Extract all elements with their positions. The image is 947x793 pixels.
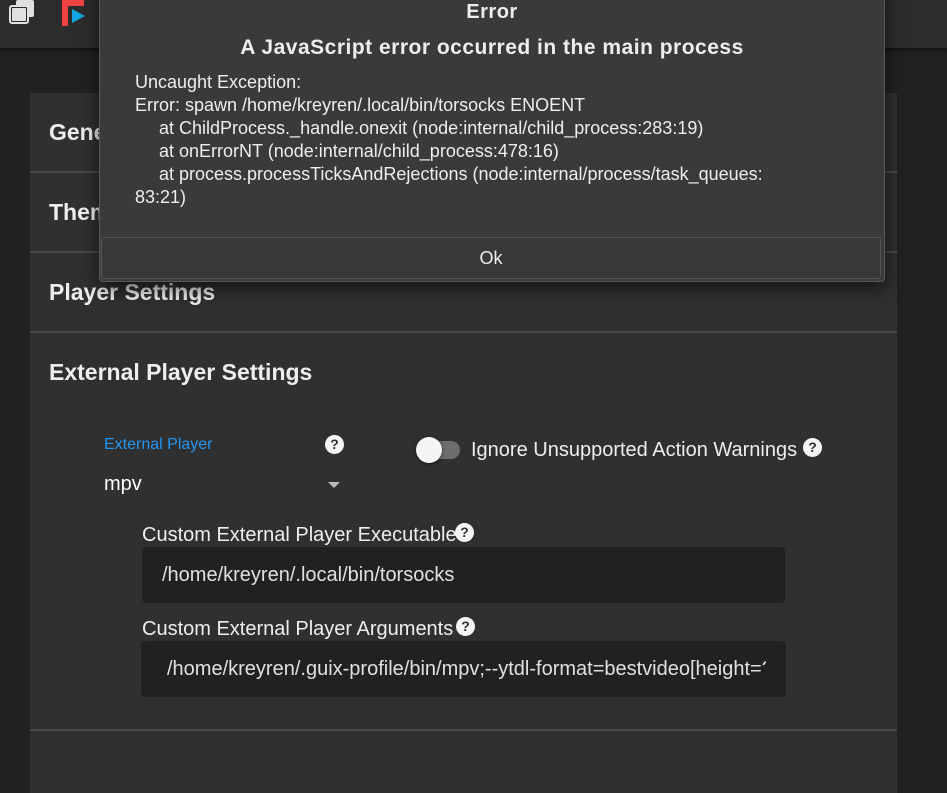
toggle-knob[interactable] [416, 437, 442, 463]
help-icon[interactable]: ? [325, 435, 344, 454]
executable-label: Custom External Player Executable [142, 524, 457, 546]
external-player-select-label: External Player [104, 436, 213, 453]
freetube-logo-icon[interactable] [60, 0, 92, 28]
help-icon[interactable]: ? [455, 523, 474, 542]
message-line: Error: spawn /home/kreyren/.local/bin/to… [135, 95, 586, 115]
executable-input[interactable] [142, 547, 785, 603]
external-player-select-value[interactable]: mpv [104, 473, 142, 496]
ignore-warnings-label: Ignore Unsupported Action Warnings [471, 439, 798, 461]
dialog-title: A JavaScript error occurred in the main … [240, 36, 744, 59]
ok-button[interactable]: Ok [101, 237, 881, 279]
arguments-label: Custom External Player Arguments [142, 618, 454, 640]
help-icon[interactable]: ? [456, 617, 475, 636]
message-line: Uncaught Exception: [135, 72, 302, 92]
section-title: External Player Settings [49, 359, 313, 385]
message-line: 83:21) [135, 187, 187, 207]
message-line: at process.processTicksAndRejections (no… [159, 164, 763, 184]
message-line: at onErrorNT (node:internal/child_proces… [159, 141, 559, 161]
copy-icon[interactable] [8, 0, 38, 24]
error-dialog: Error A JavaScript error occurred in the… [99, 0, 885, 282]
external-player-settings-body: External Player mpv ? Ignore Unsupported… [30, 411, 897, 731]
dialog-message: Uncaught Exception: Error: spawn /home/k… [135, 71, 865, 209]
help-icon[interactable]: ? [803, 438, 822, 457]
dialog-heading: Error [466, 1, 518, 23]
external-player-settings-header[interactable]: External Player Settings [30, 333, 897, 414]
message-line: at ChildProcess._handle.onexit (node:int… [159, 118, 704, 138]
chevron-down-icon[interactable] [328, 482, 340, 488]
arguments-input[interactable] [141, 641, 786, 697]
section-title: Player Settings [49, 279, 216, 305]
